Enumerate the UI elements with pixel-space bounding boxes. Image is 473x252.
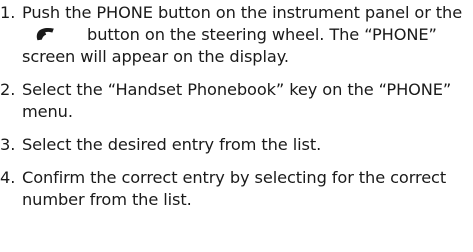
step-4: 4. Confirm the correct entry by selectin… [0,167,473,211]
step-3: 3. Select the desired entry from the lis… [0,134,473,156]
step-text: Select the desired entry from the list. [22,135,322,154]
instruction-page: 1. Push the PHONE button on the instrume… [0,0,473,252]
step-text: Confirm the correct entry by selecting f… [22,168,447,209]
step-text: Select the “Handset Phonebook” key on th… [22,80,452,121]
step-number: 3. [0,135,16,154]
step-2: 2. Select the “Handset Phonebook” key on… [0,79,473,123]
step-number: 2. [0,80,16,99]
step-number: 4. [0,168,16,187]
step-text: Push the PHONE button on the instrument … [22,3,463,22]
step-number: 1. [0,3,16,22]
step-1: 1. Push the PHONE button on the instrume… [0,2,473,68]
step-text-continued: button on the steering wheel. The “PHONE… [22,25,437,66]
phone-handset-icon [34,27,56,41]
step-list: 1. Push the PHONE button on the instrume… [0,2,473,211]
